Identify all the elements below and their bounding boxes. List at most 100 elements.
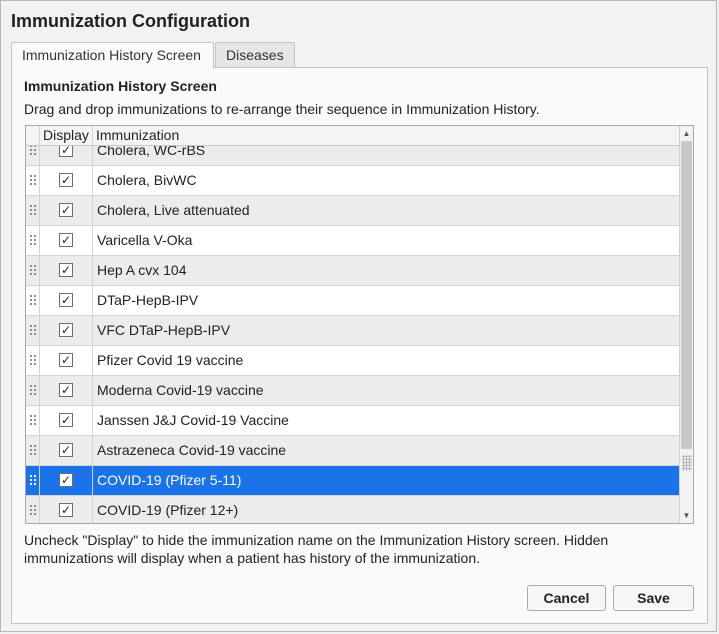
immunization-grid: Display Immunization ✓ Cholera, WC-rBS ✓ Ch… (25, 125, 694, 524)
table-row[interactable]: ✓ Cholera, WC-rBS (26, 146, 679, 166)
table-row[interactable]: ✓ Cholera, Live attenuated (26, 196, 679, 226)
immunization-name: Astrazeneca Covid-19 vaccine (97, 442, 287, 458)
scrollbar-thumb[interactable] (681, 141, 692, 449)
immunization-name: Cholera, Live attenuated (97, 202, 250, 218)
display-checkbox[interactable]: ✓ (59, 146, 73, 157)
display-cell: ✓ (40, 256, 93, 285)
display-checkbox[interactable]: ✓ (59, 323, 73, 337)
drag-handle-icon (29, 174, 37, 187)
display-checkbox[interactable]: ✓ (59, 383, 73, 397)
display-cell: ✓ (40, 496, 93, 523)
table-row[interactable]: ✓ VFC DTaP-HepB-IPV (26, 316, 679, 346)
display-cell: ✓ (40, 146, 93, 165)
tab-panel: Immunization History Screen Drag and dro… (11, 67, 708, 624)
drag-handle[interactable] (26, 196, 40, 225)
table-row[interactable]: ✓ COVID-19 (Pfizer 12+) (26, 496, 679, 523)
header-handle-column (26, 126, 40, 145)
display-cell: ✓ (40, 436, 93, 465)
drag-handle-icon (29, 414, 37, 427)
immunization-name: Moderna Covid-19 vaccine (97, 382, 264, 398)
dialog-title: Immunization Configuration (11, 11, 250, 31)
tab-diseases[interactable]: Diseases (215, 42, 295, 68)
panel-heading: Immunization History Screen (24, 78, 217, 94)
display-cell: ✓ (40, 166, 93, 195)
display-cell: ✓ (40, 226, 93, 255)
display-checkbox[interactable]: ✓ (59, 413, 73, 427)
drag-handle-icon (29, 354, 37, 367)
drag-handle[interactable] (26, 376, 40, 405)
scroll-down-icon[interactable]: ▼ (680, 509, 693, 522)
display-help-text: Uncheck "Display" to hide the immunizati… (24, 532, 609, 566)
drag-handle-icon (29, 146, 37, 157)
drag-handle-icon (29, 504, 37, 517)
drag-handle[interactable] (26, 436, 40, 465)
table-row[interactable]: ✓ Varicella V-Oka (26, 226, 679, 256)
display-checkbox[interactable]: ✓ (59, 173, 73, 187)
display-checkbox[interactable]: ✓ (59, 263, 73, 277)
drag-handle[interactable] (26, 286, 40, 315)
table-row[interactable]: ✓ Janssen J&J Covid-19 Vaccine (26, 406, 679, 436)
immunization-name: Janssen J&J Covid-19 Vaccine (97, 412, 289, 428)
grid-rows: ✓ Cholera, WC-rBS ✓ Cholera, BivWC ✓ Cholera,… (26, 146, 679, 523)
drag-handle[interactable] (26, 166, 40, 195)
drag-handle[interactable] (26, 496, 40, 523)
dialog-window: Immunization Configuration Immunization … (0, 0, 717, 632)
immunization-name: Varicella V-Oka (97, 232, 193, 248)
grid-body: ✓ Cholera, WC-rBS ✓ Cholera, BivWC ✓ Cholera,… (26, 146, 679, 523)
drag-handle-icon (29, 474, 37, 487)
table-row[interactable]: ✓ Cholera, BivWC (26, 166, 679, 196)
vertical-scrollbar[interactable]: ▲ ▼ (679, 126, 693, 523)
immunization-name: COVID-19 (Pfizer 5-11) (97, 472, 242, 488)
display-cell: ✓ (40, 196, 93, 225)
display-cell: ✓ (40, 286, 93, 315)
display-checkbox[interactable]: ✓ (59, 353, 73, 367)
immunization-name: Cholera, WC-rBS (97, 146, 206, 158)
save-button[interactable]: Save (613, 585, 694, 611)
scrollbar-grip-icon[interactable] (682, 455, 692, 471)
drag-handle-icon (29, 324, 37, 337)
immunization-name: COVID-19 (Pfizer 12+) (97, 502, 239, 518)
scroll-up-icon[interactable]: ▲ (680, 127, 693, 140)
drag-handle-icon (29, 384, 37, 397)
drag-handle[interactable] (26, 256, 40, 285)
display-checkbox[interactable]: ✓ (59, 293, 73, 307)
drag-handle-icon (29, 204, 37, 217)
table-row[interactable]: ✓ DTaP-HepB-IPV (26, 286, 679, 316)
immunization-name: Hep A cvx 104 (97, 262, 187, 278)
grid-header: Display Immunization (26, 126, 679, 146)
display-cell: ✓ (40, 346, 93, 375)
drag-handle[interactable] (26, 226, 40, 255)
drag-handle[interactable] (26, 406, 40, 435)
display-checkbox[interactable]: ✓ (59, 443, 73, 457)
display-cell: ✓ (40, 376, 93, 405)
tab-immunization-history-screen[interactable]: Immunization History Screen (11, 42, 214, 69)
table-row[interactable]: ✓ COVID-19 (Pfizer 5-11) (26, 466, 679, 496)
immunization-name: Cholera, BivWC (97, 172, 197, 188)
table-row[interactable]: ✓ Hep A cvx 104 (26, 256, 679, 286)
drag-handle-icon (29, 234, 37, 247)
drag-handle-icon (29, 444, 37, 457)
drag-handle[interactable] (26, 316, 40, 345)
header-immunization[interactable]: Immunization (93, 126, 179, 145)
display-checkbox[interactable]: ✓ (59, 203, 73, 217)
display-checkbox[interactable]: ✓ (59, 503, 73, 517)
drag-handle-icon (29, 294, 37, 307)
drag-handle[interactable] (26, 146, 40, 165)
display-cell: ✓ (40, 316, 93, 345)
display-checkbox[interactable]: ✓ (59, 473, 73, 487)
display-checkbox[interactable]: ✓ (59, 233, 73, 247)
table-row[interactable]: ✓ Astrazeneca Covid-19 vaccine (26, 436, 679, 466)
drag-handle-icon (29, 264, 37, 277)
immunization-name: DTaP-HepB-IPV (97, 292, 199, 308)
display-cell: ✓ (40, 406, 93, 435)
cancel-button[interactable]: Cancel (527, 585, 606, 611)
display-cell: ✓ (40, 466, 93, 495)
panel-description: Drag and drop immunizations to re-arrang… (24, 101, 540, 117)
table-row[interactable]: ✓ Moderna Covid-19 vaccine (26, 376, 679, 406)
table-row[interactable]: ✓ Pfizer Covid 19 vaccine (26, 346, 679, 376)
header-display[interactable]: Display (40, 126, 93, 145)
drag-handle[interactable] (26, 346, 40, 375)
immunization-name: VFC DTaP-HepB-IPV (97, 322, 231, 338)
drag-handle[interactable] (26, 466, 40, 495)
immunization-name: Pfizer Covid 19 vaccine (97, 352, 244, 368)
